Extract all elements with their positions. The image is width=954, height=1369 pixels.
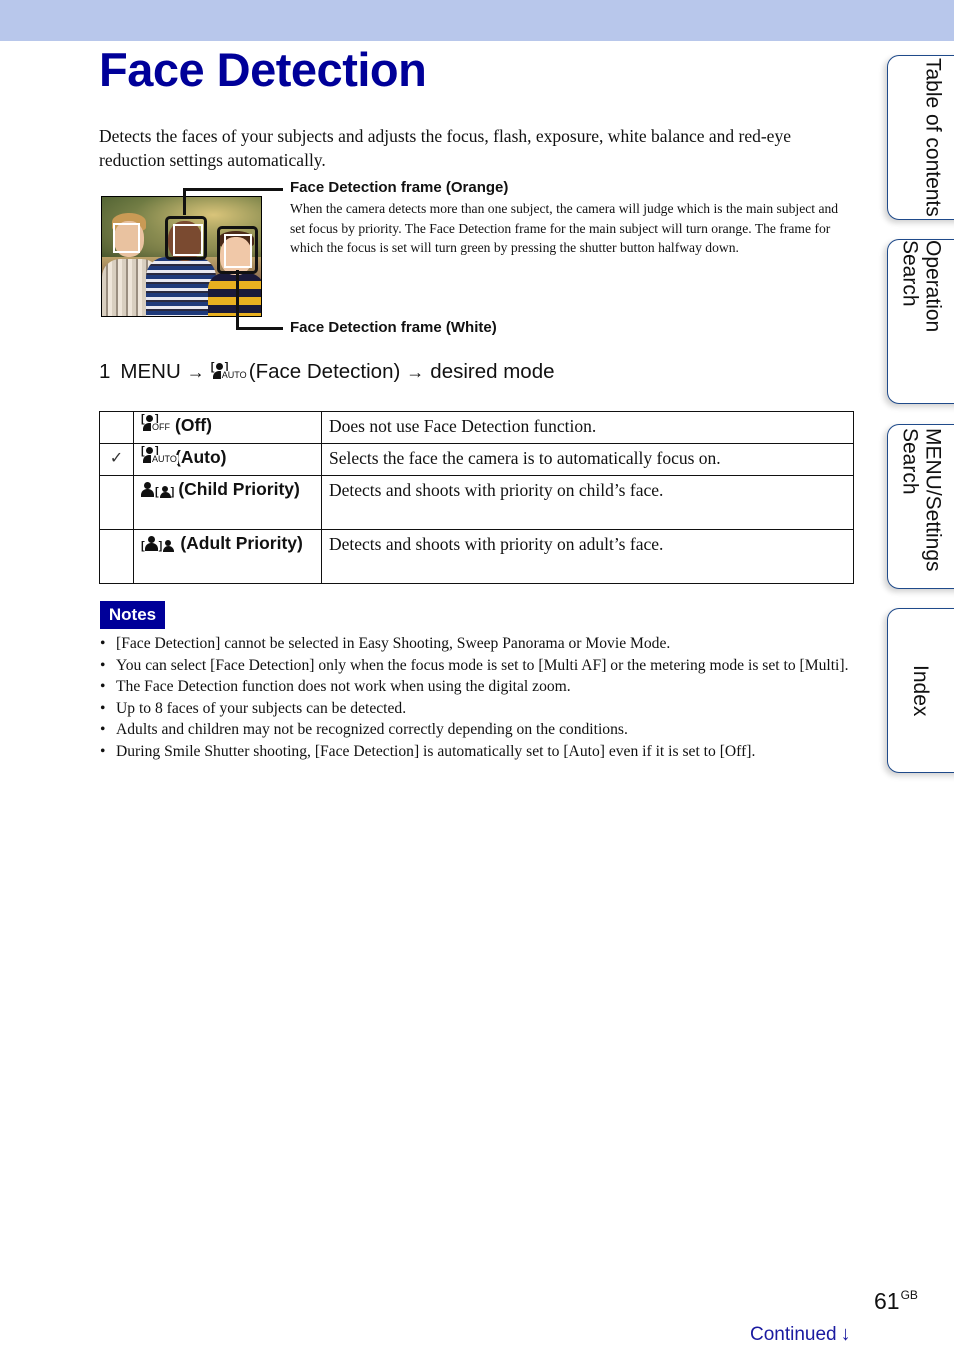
checkmark-icon: ✓: [109, 450, 124, 467]
page-number: 61GB: [874, 1288, 918, 1314]
white-callout-line-v: [236, 270, 239, 330]
tab-label: MENU/Settings Search: [898, 427, 945, 572]
table-row: ✓ [ ] AUTO (Auto) Selects the face the c…: [99, 443, 854, 476]
white-face-frame: [113, 223, 140, 253]
callout-highlight-frame: [217, 226, 258, 274]
child-right-body: [208, 273, 261, 316]
table-row: [] (Child Priority) Detects and shoots w…: [99, 475, 854, 530]
mode-table: [ ] OFF (Off) Does not use Face Detectio…: [99, 411, 854, 584]
tab-menu-settings-search[interactable]: MENU/Settings Search: [887, 424, 954, 589]
tab-label: Index: [909, 664, 932, 717]
arrow-down-icon: ↓: [840, 1323, 851, 1345]
target-label: desired mode: [430, 360, 555, 383]
tab-index[interactable]: Index: [887, 608, 954, 773]
tab-operation-search[interactable]: Operation Search: [887, 239, 954, 404]
note-item: The Face Detection function does not wor…: [99, 676, 854, 698]
orange-callout-line-h: [183, 188, 283, 191]
continued-link[interactable]: Continued ↓: [750, 1323, 851, 1346]
mode-description: Detects and shoots with priority on chil…: [321, 475, 854, 530]
note-item: You can select [Face Detection] only whe…: [99, 655, 854, 677]
mode-cell: [] (Child Priority): [133, 475, 322, 530]
mode-label: (Adult Priority): [180, 533, 303, 553]
mode-cell: [] (Adult Priority): [133, 529, 322, 584]
adult-priority-icon: []: [141, 532, 176, 558]
default-marker-cell: [99, 475, 134, 530]
intro-paragraph: Detects the faces of your subjects and a…: [99, 126, 791, 170]
mode-label: (Off): [175, 415, 212, 435]
face-detection-auto-icon: [ ] AUTO: [141, 445, 178, 464]
tab-table-of-contents[interactable]: Table of contents: [887, 55, 954, 220]
mode-description: Does not use Face Detection function.: [321, 411, 854, 444]
menu-item-label: (Face Detection): [248, 360, 401, 383]
callout-highlight-frame: [165, 216, 207, 260]
mode-cell: [ ] OFF (Off): [133, 411, 322, 444]
child-center-body: [146, 257, 216, 316]
tab-label: Table of contents: [921, 58, 945, 217]
note-item: During Smile Shutter shooting, [Face Det…: [99, 741, 854, 763]
orange-frame-description: When the camera detects more than one su…: [290, 201, 839, 256]
default-marker-cell: ✓: [99, 443, 134, 476]
mode-cell: [ ] AUTO (Auto): [133, 443, 322, 476]
mode-description: Selects the face the camera is to automa…: [321, 443, 854, 476]
default-marker-cell: [99, 529, 134, 584]
mode-label: (Child Priority): [178, 479, 300, 499]
note-item: [Face Detection] cannot be selected in E…: [99, 633, 854, 655]
face-detection-auto-icon: [ ] AUTO: [210, 361, 248, 380]
mode-label: (Auto): [175, 447, 227, 467]
arrow-icon: →: [406, 361, 425, 382]
orange-frame-heading: Face Detection frame (Orange): [290, 179, 509, 196]
step-number: 1: [99, 360, 111, 383]
header-band: [0, 0, 954, 41]
step-instruction: 1 MENU → [ ] AUTO (Face Detection) → des…: [99, 360, 555, 384]
arrow-icon: →: [186, 361, 205, 382]
page-title: Face Detection: [99, 43, 427, 96]
table-row: [] (Adult Priority) Detects and shoots w…: [99, 529, 854, 584]
face-detection-off-icon: [ ] OFF: [141, 413, 171, 432]
table-row: [ ] OFF (Off) Does not use Face Detectio…: [99, 411, 854, 444]
tab-label: Operation Search: [898, 240, 945, 333]
mode-description: Detects and shoots with priority on adul…: [321, 529, 854, 584]
note-item: Adults and children may not be recognize…: [99, 719, 854, 741]
page-region-suffix: GB: [900, 1288, 918, 1302]
white-callout-line-h: [236, 327, 283, 330]
notes-badge: Notes: [100, 601, 165, 629]
default-marker-cell: [99, 411, 134, 444]
orange-callout-line-v: [183, 188, 186, 215]
white-frame-heading: Face Detection frame (White): [290, 319, 497, 336]
menu-label: MENU: [120, 360, 181, 383]
note-item: Up to 8 faces of your subjects can be de…: [99, 698, 854, 720]
child-priority-icon: []: [141, 478, 174, 504]
notes-list: [Face Detection] cannot be selected in E…: [99, 633, 854, 762]
